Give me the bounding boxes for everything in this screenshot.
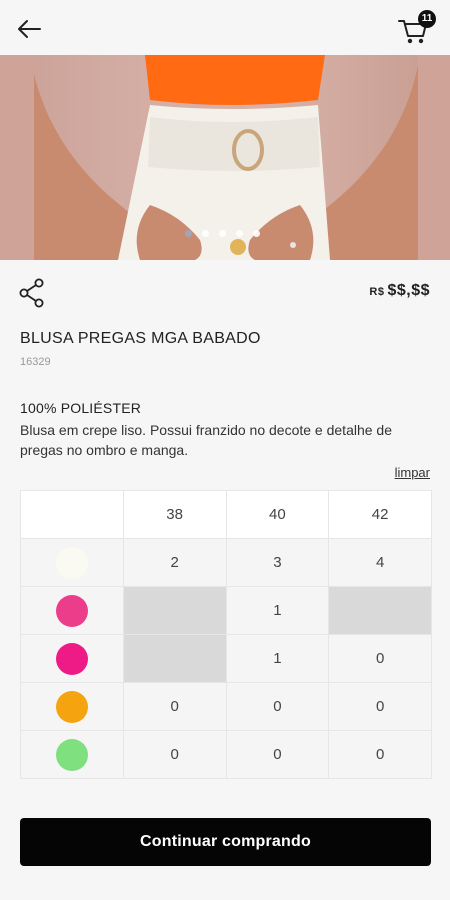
quantity-cell[interactable]: 2	[122, 538, 227, 587]
carousel-dot[interactable]	[219, 230, 226, 237]
color-swatch	[55, 738, 88, 771]
color-row: 1	[20, 586, 432, 635]
size-header: 40	[225, 490, 330, 539]
quantity-cell[interactable]: 0	[328, 682, 432, 731]
unavailable-cell	[122, 586, 227, 635]
carousel-dot[interactable]	[202, 230, 209, 237]
carousel-dot[interactable]	[253, 230, 260, 237]
price-currency: R$	[369, 286, 385, 298]
color-row: 000	[20, 730, 432, 779]
color-row: 234	[20, 538, 432, 587]
product-price: R$ $$,$$	[369, 282, 430, 300]
top-bar: 11	[0, 0, 450, 55]
unavailable-cell	[328, 586, 432, 635]
carousel-dot[interactable]	[185, 230, 192, 237]
share-icon	[19, 278, 44, 308]
product-image-carousel[interactable]	[0, 55, 450, 260]
quantity-cell[interactable]: 1	[225, 634, 330, 683]
grid-corner	[20, 490, 124, 539]
color-swatch-cell	[20, 682, 124, 731]
quantity-cell[interactable]: 0	[122, 730, 227, 779]
color-swatch-cell	[20, 730, 124, 779]
color-swatch	[55, 690, 88, 723]
color-swatch-cell	[20, 634, 124, 683]
quantity-cell[interactable]: 0	[225, 730, 330, 779]
color-swatch	[55, 594, 88, 627]
carousel-dot[interactable]	[236, 230, 243, 237]
cart-button[interactable]: 11	[396, 10, 436, 46]
product-description: Blusa em crepe liso. Possui franzido no …	[20, 422, 393, 458]
continue-shopping-button[interactable]: Continuar comprando	[20, 818, 431, 866]
color-swatch	[55, 642, 88, 675]
product-sku: 16329	[20, 356, 51, 368]
color-row: 10	[20, 634, 432, 683]
cart-count-badge: 11	[418, 10, 436, 28]
quantity-cell[interactable]: 0	[328, 730, 432, 779]
unavailable-cell	[122, 634, 227, 683]
product-material: 100% POLIÉSTER	[20, 400, 142, 416]
arrow-left-icon	[18, 20, 41, 38]
color-swatch-cell	[20, 538, 124, 587]
quantity-cell[interactable]: 4	[328, 538, 432, 587]
product-title: BLUSA PREGAS MGA BABADO	[20, 330, 261, 347]
quantity-cell[interactable]: 0	[225, 682, 330, 731]
product-info: R$ $$,$$ BLUSA PREGAS MGA BABADO 16329 10…	[0, 260, 450, 886]
price-value: $$,$$	[387, 282, 430, 299]
size-header-row: 38 40 42	[20, 490, 432, 539]
back-button[interactable]	[14, 14, 44, 44]
share-button[interactable]	[18, 278, 46, 308]
size-color-grid: 38 40 42 234110000000	[20, 490, 432, 779]
quantity-cell[interactable]: 1	[225, 586, 330, 635]
carousel-indicator	[185, 230, 260, 237]
size-header: 38	[122, 490, 227, 539]
quantity-cell[interactable]: 0	[328, 634, 432, 683]
color-swatch-cell	[20, 586, 124, 635]
color-row: 000	[20, 682, 432, 731]
quantity-cell[interactable]: 0	[122, 682, 227, 731]
clear-selection-link[interactable]: limpar	[395, 465, 430, 480]
color-swatch	[55, 546, 88, 579]
size-header: 42	[328, 490, 432, 539]
quantity-cell[interactable]: 3	[225, 538, 330, 587]
